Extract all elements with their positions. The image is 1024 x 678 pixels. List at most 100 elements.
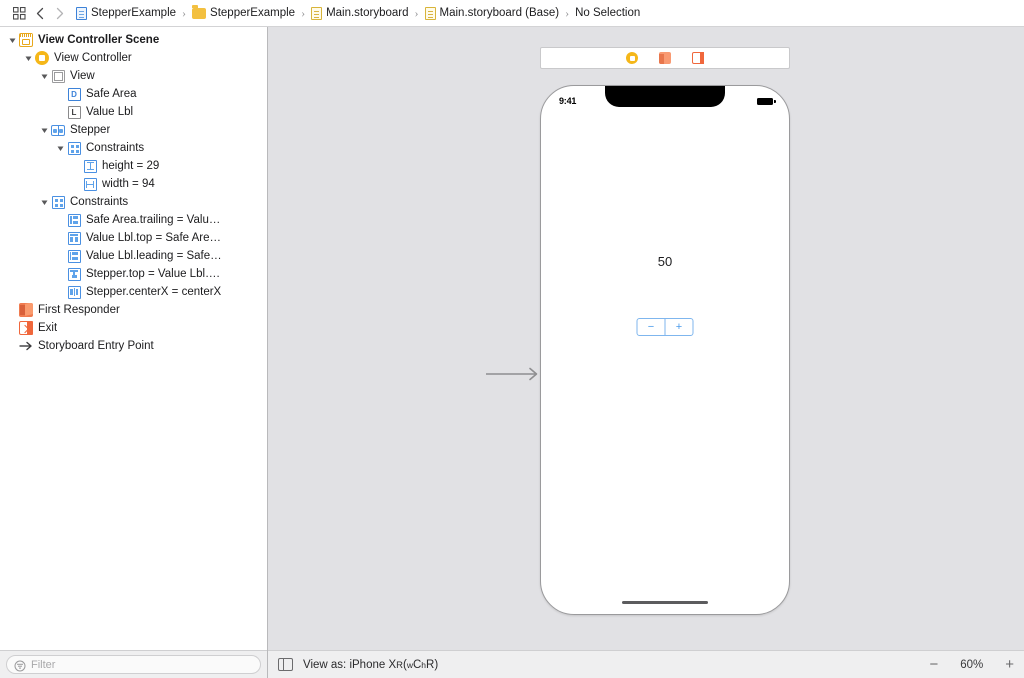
storyboard-document-icon [424,6,436,20]
outline-row[interactable]: View Controller [0,49,267,67]
scene-icon [19,33,33,47]
breadcrumb-label: StepperExample [210,7,296,19]
jump-bar: StepperExample › StepperExample › Main.s… [0,0,1024,27]
scene-dock [540,47,790,69]
stepper-decrement-button[interactable]: − [638,319,666,335]
storyboard-entry-point-arrow[interactable] [486,367,542,381]
breadcrumb-separator: › [414,5,419,20]
safe-area-icon: D [67,87,81,101]
document-outline-pane: View Controller Scene View Controller View… [0,27,268,678]
disclosure-triangle-icon[interactable] [22,55,35,62]
outline-row[interactable]: Constraints [0,139,267,157]
document-outline-tree[interactable]: View Controller Scene View Controller View… [0,27,267,650]
navigate-back-button[interactable] [32,3,49,23]
view-controller-icon [35,51,49,65]
breadcrumb-label: Main.storyboard [326,7,409,19]
size-class-hr: R) [426,658,439,671]
outline-row[interactable]: Safe Area.trailing = Valu… [0,211,267,229]
breadcrumb-label: No Selection [575,7,641,19]
outline-row[interactable]: View Controller Scene [0,31,267,49]
outline-row[interactable]: L Value Lbl [0,103,267,121]
outline-row[interactable]: Storyboard Entry Point [0,337,267,355]
breadcrumb-item-folder[interactable]: StepperExample [192,4,296,19]
zoom-in-button[interactable]: + [1005,657,1014,672]
breadcrumb-item-storyboard-base[interactable]: Main.storyboard (Base) [424,6,560,20]
disclosure-triangle-icon[interactable] [38,73,51,80]
storyboard-canvas[interactable]: 9:41 50 − + [268,27,1024,650]
view-controller-device-preview[interactable]: 9:41 50 − + [540,85,790,615]
breadcrumb-separator: › [182,5,187,20]
outline-row[interactable]: Value Lbl.leading = Safe… [0,247,267,265]
constraint-height-icon [83,159,97,173]
exit-icon [19,321,33,335]
outline-row-label: Value Lbl [86,106,134,118]
disclosure-triangle-icon[interactable] [6,37,19,44]
storyboard-document-icon [311,6,323,20]
constraints-group-icon [67,141,81,155]
outline-row-label: Value Lbl.top = Safe Are… [86,232,222,244]
breadcrumb-item-project[interactable]: StepperExample [76,6,176,20]
outline-row[interactable]: Exit [0,319,267,337]
device-screen[interactable]: 9:41 50 − + [541,86,789,614]
constraints-group-icon [51,195,65,209]
exit-dock-icon[interactable] [692,52,704,64]
outline-row[interactable]: Constraints [0,193,267,211]
zoom-controls: − 60% + [929,657,1014,672]
constraint-leading-icon [67,249,81,263]
outline-row[interactable]: width = 94 [0,175,267,193]
related-items-grid-icon[interactable] [8,3,30,23]
outline-row[interactable]: Stepper.top = Value Lbl…. [0,265,267,283]
view-as-label[interactable]: View as: iPhone XR (w C h R) [303,659,438,671]
zoom-out-button[interactable]: − [929,657,938,672]
breadcrumb-item-selection[interactable]: No Selection [575,7,640,19]
size-class-h: h [421,659,427,670]
view-controller-dock-icon[interactable] [626,52,638,64]
filter-icon [14,659,26,671]
outline-row-label: First Responder [38,304,120,316]
breadcrumb-separator: › [301,5,306,20]
value-label[interactable]: 50 [541,254,789,269]
outline-row-label: View Controller Scene [38,34,160,46]
outline-row-label: Storyboard Entry Point [38,340,154,352]
outline-row[interactable]: View [0,67,267,85]
outline-row[interactable]: D Safe Area [0,85,267,103]
filter-placeholder: Filter [31,658,56,671]
navigate-forward-button[interactable] [51,3,68,23]
outline-row-label: View [70,70,95,82]
outline-row[interactable]: height = 29 [0,157,267,175]
home-indicator [622,600,708,604]
disclosure-triangle-icon[interactable] [54,145,67,152]
canvas-bottom-bar: View as: iPhone XR (w C h R) − 60% + [268,650,1024,678]
device-status-bar: 9:41 [541,86,789,112]
constraint-centerx-icon [67,285,81,299]
stepper-control[interactable]: − + [636,318,694,336]
outline-row-label: width = 94 [102,178,155,190]
zoom-level-value[interactable]: 60% [960,659,983,671]
status-bar-time: 9:41 [559,96,577,106]
toggle-document-outline-button[interactable] [278,657,293,672]
outline-row-label: Safe Area.trailing = Valu… [86,214,221,226]
size-class-wc: C [412,658,422,671]
editor-body: View Controller Scene View Controller View… [0,27,1024,678]
outline-row[interactable]: Stepper.centerX = centerX [0,283,267,301]
disclosure-triangle-icon[interactable] [38,199,51,206]
breadcrumb-separator: › [565,5,570,20]
constraint-trailing-icon [67,213,81,227]
outline-row[interactable]: Value Lbl.top = Safe Are… [0,229,267,247]
outline-row-label: Safe Area [86,88,137,100]
breadcrumb-label: Main.storyboard (Base) [439,7,560,19]
outline-row[interactable]: First Responder [0,301,267,319]
xcode-interface-builder-window: StepperExample › StepperExample › Main.s… [0,0,1024,678]
disclosure-triangle-icon[interactable] [38,127,51,134]
constraint-width-icon [83,177,97,191]
outline-row-label: Exit [38,322,58,334]
constraint-top-icon [67,231,81,245]
stepper-increment-button[interactable]: + [666,319,693,335]
folder-icon [192,4,207,19]
outline-row[interactable]: Stepper [0,121,267,139]
filter-input[interactable]: Filter [6,655,261,674]
first-responder-dock-icon[interactable] [659,52,671,64]
constraint-top-align-icon [67,267,81,281]
breadcrumb-item-storyboard[interactable]: Main.storyboard [311,6,409,20]
breadcrumb: StepperExample › StepperExample › Main.s… [76,4,640,21]
